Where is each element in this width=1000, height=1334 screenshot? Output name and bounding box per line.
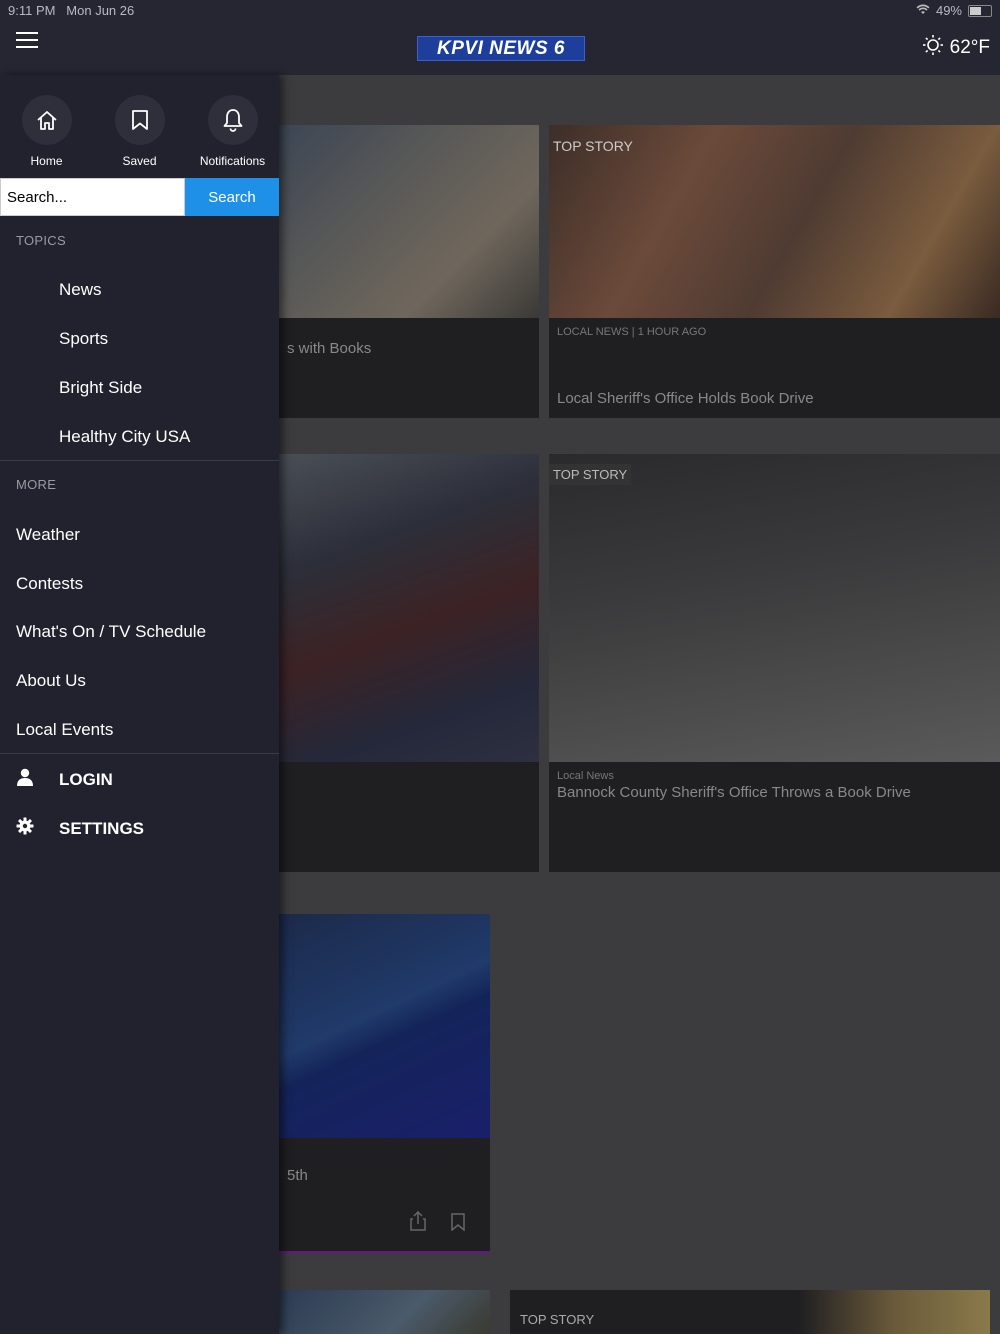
story-image [549, 454, 1000, 762]
menu-item-about-us[interactable]: About Us [16, 671, 86, 691]
home-button[interactable]: Home [0, 75, 93, 178]
home-label: Home [30, 154, 63, 168]
share-icon[interactable] [410, 1210, 426, 1236]
saved-label: Saved [122, 154, 157, 168]
notifications-label: Notifications [199, 154, 266, 168]
story-card[interactable]: TOP STORY LOCAL NEWS | 1 HOUR AGO Local … [549, 125, 1000, 418]
menu-item-tv-schedule[interactable]: What's On / TV Schedule [16, 622, 206, 642]
bookmark-icon[interactable] [451, 1213, 465, 1236]
side-drawer: Home Saved Notifications Search TOPICS N… [0, 75, 279, 1334]
topic-item-bright-side[interactable]: Bright Side [59, 378, 142, 398]
menu-icon[interactable] [16, 32, 38, 50]
story-card[interactable] [279, 454, 539, 872]
story-meta: LOCAL NEWS | 1 HOUR AGO [557, 326, 707, 338]
more-heading: MORE [16, 477, 57, 492]
battery-icon [968, 4, 992, 17]
story-title: Bannock County Sheriff's Office Throws a… [557, 784, 911, 801]
topic-item-sports[interactable]: Sports [59, 329, 108, 349]
bookmark-icon [114, 95, 165, 145]
story-card[interactable]: s with Books [279, 125, 539, 418]
gear-icon [16, 817, 59, 840]
user-icon [16, 768, 59, 791]
menu-item-contests[interactable]: Contests [16, 574, 83, 594]
home-icon [21, 95, 72, 145]
search-bar: Search [0, 178, 279, 216]
story-image [279, 1290, 490, 1334]
story-image [279, 454, 539, 762]
top-story-badge: TOP STORY [520, 1312, 595, 1327]
status-bar: 9:11 PM Mon Jun 26 49% [0, 0, 1000, 20]
login-label: LOGIN [59, 769, 113, 789]
bell-icon [207, 95, 258, 145]
story-card[interactable]: TOP STORY Local News Bannock County Sher… [549, 454, 1000, 872]
status-time: 9:11 PM Mon Jun 26 [8, 3, 135, 18]
quick-nav: Home Saved Notifications [0, 75, 279, 178]
divider [0, 460, 279, 461]
settings-label: SETTINGS [59, 818, 145, 838]
search-button[interactable]: Search [185, 178, 279, 216]
story-card[interactable]: TOP STORY [510, 1290, 990, 1334]
temperature: 62°F [949, 37, 990, 58]
weather-widget[interactable]: 62°F [922, 34, 990, 62]
topics-heading: TOPICS [16, 233, 66, 248]
app-header: KPVI NEWS 6 62°F [0, 20, 1000, 75]
topic-item-healthy-city[interactable]: Healthy City USA [59, 427, 190, 447]
sun-icon [922, 34, 944, 62]
story-title: Local Sheriff's Office Holds Book Drive [557, 390, 814, 407]
top-story-badge: TOP STORY [549, 464, 632, 485]
saved-button[interactable]: Saved [93, 75, 186, 178]
story-title: s with Books [287, 340, 372, 357]
notifications-button[interactable]: Notifications [186, 75, 279, 178]
status-right: 49% [916, 3, 992, 18]
top-story-badge: TOP STORY [553, 138, 633, 154]
story-image [279, 914, 490, 1138]
menu-item-weather[interactable]: Weather [16, 525, 80, 545]
story-card[interactable]: 5th [279, 914, 490, 1254]
story-image [279, 125, 539, 318]
station-logo[interactable]: KPVI NEWS 6 [417, 36, 585, 61]
story-title: 5th [287, 1167, 308, 1184]
story-meta: Local News [557, 770, 614, 782]
wifi-icon [916, 3, 930, 18]
menu-item-local-events[interactable]: Local Events [16, 720, 113, 740]
story-card[interactable] [279, 1290, 490, 1334]
divider [0, 753, 279, 754]
settings-button[interactable]: SETTINGS [16, 817, 144, 840]
topic-item-news[interactable]: News [59, 280, 102, 300]
search-input[interactable] [0, 178, 185, 216]
battery-percent: 49% [935, 3, 962, 18]
login-button[interactable]: LOGIN [16, 768, 113, 791]
